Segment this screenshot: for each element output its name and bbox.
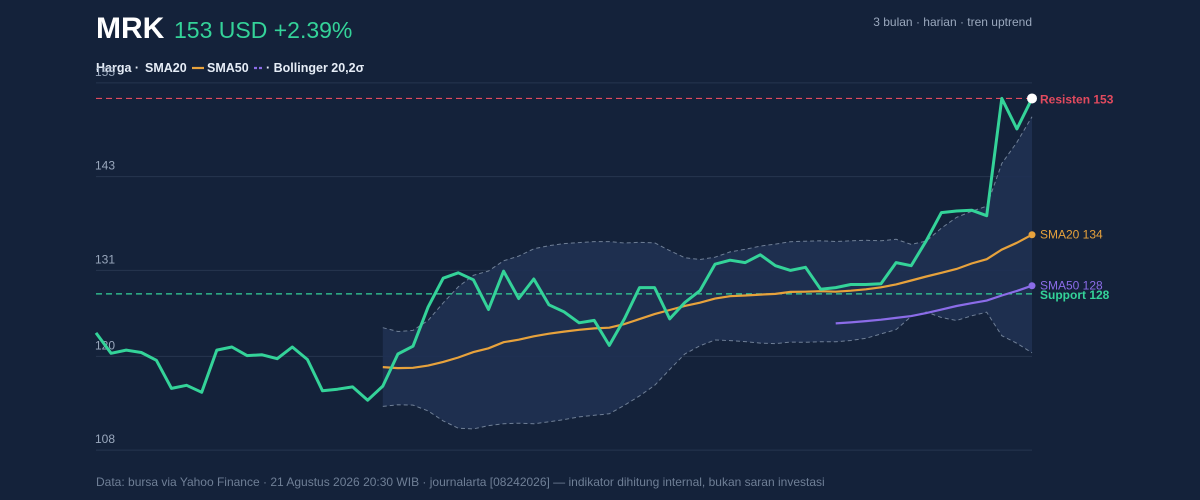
legend-sma50: SMA50 bbox=[207, 61, 249, 75]
price-chart: MRK 153 USD +2.39% 3 bulan · harian · tr… bbox=[94, 12, 1114, 489]
footer-source: Data: bursa via Yahoo Finance · 21 Agust… bbox=[96, 475, 825, 489]
y-tick-label: 108 bbox=[95, 432, 115, 446]
sma50-end-marker bbox=[1028, 282, 1036, 290]
price-change: 153 USD +2.39% bbox=[174, 17, 352, 43]
y-axis: 108120131143155 bbox=[95, 65, 115, 446]
chart-meta: 3 bulan · harian · tren uptrend bbox=[873, 15, 1032, 29]
legend-sma20: SMA20 bbox=[145, 61, 187, 75]
sma50-end-label: SMA50 128 bbox=[1040, 279, 1103, 293]
resistance-label: Resisten 153 bbox=[1040, 92, 1114, 106]
legend-bollinger: · Bollinger 20,2σ bbox=[266, 61, 365, 75]
y-tick-label: 131 bbox=[95, 252, 115, 266]
end-markers: SMA20 134 SMA50 128 bbox=[1027, 93, 1103, 293]
bollinger-band bbox=[382, 116, 1033, 430]
ticker-symbol: MRK bbox=[96, 12, 165, 45]
legend: Harga · SMA20 SMA50 · Bollinger 20,2σ bbox=[96, 61, 365, 75]
sma20-end-label: SMA20 134 bbox=[1040, 228, 1103, 242]
bollinger-fill bbox=[382, 116, 1032, 429]
y-tick-label: 143 bbox=[95, 159, 115, 173]
y-tick-label: 155 bbox=[95, 65, 115, 79]
sma20-end-marker bbox=[1028, 231, 1036, 239]
price-end-marker bbox=[1027, 93, 1037, 104]
